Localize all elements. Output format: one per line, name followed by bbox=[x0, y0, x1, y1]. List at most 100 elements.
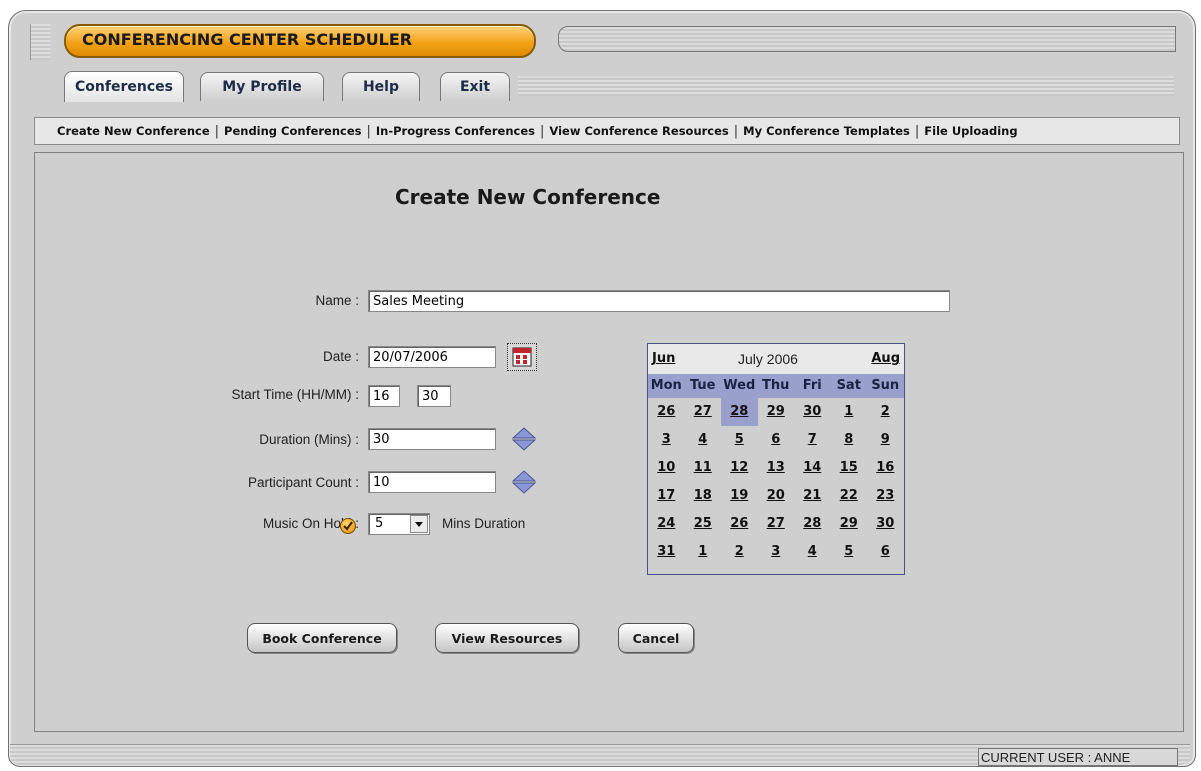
calendar-day[interactable]: 16 bbox=[867, 454, 904, 482]
calendar-header: Jun July 2006 Aug bbox=[648, 344, 904, 374]
calendar-day[interactable]: 29 bbox=[831, 510, 868, 538]
view-resources-button[interactable]: View Resources bbox=[435, 623, 579, 653]
date-field[interactable] bbox=[368, 346, 496, 368]
calendar-next-month[interactable]: Aug bbox=[871, 351, 900, 366]
tab-exit[interactable]: Exit bbox=[440, 72, 510, 101]
subnav-separator: | bbox=[366, 123, 371, 139]
calendar-day[interactable]: 26 bbox=[721, 510, 758, 538]
calendar-day[interactable]: 23 bbox=[867, 482, 904, 510]
calendar-day-grid: 26 27 28 29 30 1 2 3 4 5 6 7 8 9 10 11 12 13 14 15 16 17 18 19 2… bbox=[648, 398, 904, 566]
calendar-day[interactable]: 18 bbox=[685, 482, 722, 510]
calendar-day[interactable]: 14 bbox=[794, 454, 831, 482]
calendar-day[interactable]: 21 bbox=[794, 482, 831, 510]
weekday-label: Sun bbox=[871, 378, 900, 393]
calendar-day[interactable]: 26 bbox=[648, 398, 685, 426]
duration-stepper-icon[interactable] bbox=[511, 426, 537, 452]
calendar-day[interactable]: 6 bbox=[758, 426, 795, 454]
calendar-day[interactable]: 19 bbox=[721, 482, 758, 510]
calendar-day[interactable]: 27 bbox=[758, 510, 795, 538]
weekday-label: Fri bbox=[802, 378, 822, 393]
calendar-day[interactable]: 2 bbox=[721, 538, 758, 566]
dropdown-arrow-icon bbox=[410, 515, 428, 533]
calendar-weekday-row: Mon Tue Wed Thu Fri Sat Sun bbox=[648, 374, 904, 398]
tab-my-profile[interactable]: My Profile bbox=[200, 72, 324, 101]
weekday-label: Sat bbox=[836, 378, 861, 393]
calendar-day[interactable]: 4 bbox=[685, 426, 722, 454]
calendar-day[interactable]: 13 bbox=[758, 454, 795, 482]
calendar-day[interactable]: 2 bbox=[867, 398, 904, 426]
subnav-pending-conferences[interactable]: Pending Conferences bbox=[224, 124, 361, 138]
participant-stepper-icon[interactable] bbox=[511, 469, 537, 495]
cancel-button[interactable]: Cancel bbox=[618, 623, 694, 653]
participant-count-label: Participant Count : bbox=[247, 475, 359, 490]
calendar-day[interactable]: 24 bbox=[648, 510, 685, 538]
participant-count-field[interactable] bbox=[368, 471, 496, 493]
calendar-day[interactable]: 6 bbox=[867, 538, 904, 566]
app-title-pill: CONFERENCING CENTER SCHEDULER bbox=[64, 24, 536, 58]
music-duration-suffix: Mins Duration bbox=[442, 516, 526, 531]
calendar-week-row: 3456789 bbox=[648, 426, 904, 454]
calendar-day[interactable]: 30 bbox=[867, 510, 904, 538]
calendar-day[interactable]: 9 bbox=[867, 426, 904, 454]
calendar-prev-month[interactable]: Jun bbox=[652, 351, 675, 366]
calendar-day[interactable]: 10 bbox=[648, 454, 685, 482]
calendar-day[interactable]: 15 bbox=[831, 454, 868, 482]
subnav-view-conference-resources[interactable]: View Conference Resources bbox=[549, 124, 728, 138]
app-title: CONFERENCING CENTER SCHEDULER bbox=[82, 30, 413, 49]
calendar-day[interactable]: 3 bbox=[758, 538, 795, 566]
calendar-day[interactable]: 22 bbox=[831, 482, 868, 510]
tab-rail bbox=[518, 76, 1174, 96]
calendar-month-title: July 2006 bbox=[738, 351, 798, 367]
music-duration-select[interactable]: 5 bbox=[368, 513, 430, 535]
calendar-day[interactable]: 17 bbox=[648, 482, 685, 510]
calendar-day[interactable]: 7 bbox=[794, 426, 831, 454]
calendar-day[interactable]: 28 bbox=[721, 398, 758, 426]
calendar-day[interactable]: 1 bbox=[685, 538, 722, 566]
title-rail bbox=[558, 26, 1176, 52]
tab-conferences[interactable]: Conferences bbox=[64, 71, 184, 102]
calendar-week-row: 31 1 2 3 4 5 6 bbox=[648, 538, 904, 566]
calendar-day[interactable]: 11 bbox=[685, 454, 722, 482]
calendar-day[interactable]: 5 bbox=[721, 426, 758, 454]
subnav-separator: | bbox=[539, 123, 545, 139]
subnav-separator: | bbox=[914, 123, 920, 139]
calendar-week-row: 26 27 28 29 30 1 2 bbox=[648, 398, 904, 426]
start-time-label: Start Time (HH/MM) : bbox=[231, 387, 360, 402]
weekday-label: Wed bbox=[723, 378, 756, 393]
calendar-day[interactable]: 29 bbox=[758, 398, 795, 426]
weekday-label: Thu bbox=[762, 378, 790, 393]
page-title: Create New Conference bbox=[395, 185, 661, 209]
calendar-day[interactable]: 31 bbox=[648, 538, 685, 566]
calendar-week-row: 10 11 12 13 14 15 16 bbox=[648, 454, 904, 482]
weekday-label: Tue bbox=[689, 378, 716, 393]
name-field[interactable] bbox=[368, 290, 950, 312]
subnav-in-progress-conferences[interactable]: In-Progress Conferences bbox=[376, 124, 535, 138]
weekday-label: Mon bbox=[650, 378, 682, 393]
calendar-day[interactable]: 12 bbox=[721, 454, 758, 482]
calendar-day[interactable]: 4 bbox=[794, 538, 831, 566]
subnav-create-new-conference[interactable]: Create New Conference bbox=[57, 124, 210, 138]
music-on-hold-checkbox[interactable] bbox=[340, 518, 356, 534]
calendar-week-row: 17 18 19 20 21 22 23 bbox=[648, 482, 904, 510]
calendar-day[interactable]: 20 bbox=[758, 482, 795, 510]
calendar-day[interactable]: 25 bbox=[685, 510, 722, 538]
calendar-picker-button[interactable] bbox=[507, 343, 537, 371]
subnav-file-uploading[interactable]: File Uploading bbox=[924, 124, 1017, 138]
calendar-day[interactable]: 8 bbox=[831, 426, 868, 454]
calendar-day[interactable]: 28 bbox=[794, 510, 831, 538]
date-label: Date : bbox=[322, 349, 359, 364]
music-duration-value: 5 bbox=[375, 516, 384, 531]
calendar-day[interactable]: 3 bbox=[648, 426, 685, 454]
calendar-day[interactable]: 1 bbox=[831, 398, 868, 426]
tab-help[interactable]: Help bbox=[342, 72, 420, 101]
duration-field[interactable] bbox=[368, 428, 496, 450]
book-conference-button[interactable]: Book Conference bbox=[247, 623, 397, 653]
calendar-icon bbox=[512, 347, 532, 367]
calendar-day[interactable]: 30 bbox=[794, 398, 831, 426]
start-hour-field[interactable] bbox=[368, 385, 400, 407]
start-minute-field[interactable] bbox=[417, 385, 451, 407]
calendar-day[interactable]: 5 bbox=[831, 538, 868, 566]
calendar-day[interactable]: 27 bbox=[685, 398, 722, 426]
subnav-separator: | bbox=[733, 123, 739, 139]
subnav-my-conference-templates[interactable]: My Conference Templates bbox=[743, 124, 910, 138]
